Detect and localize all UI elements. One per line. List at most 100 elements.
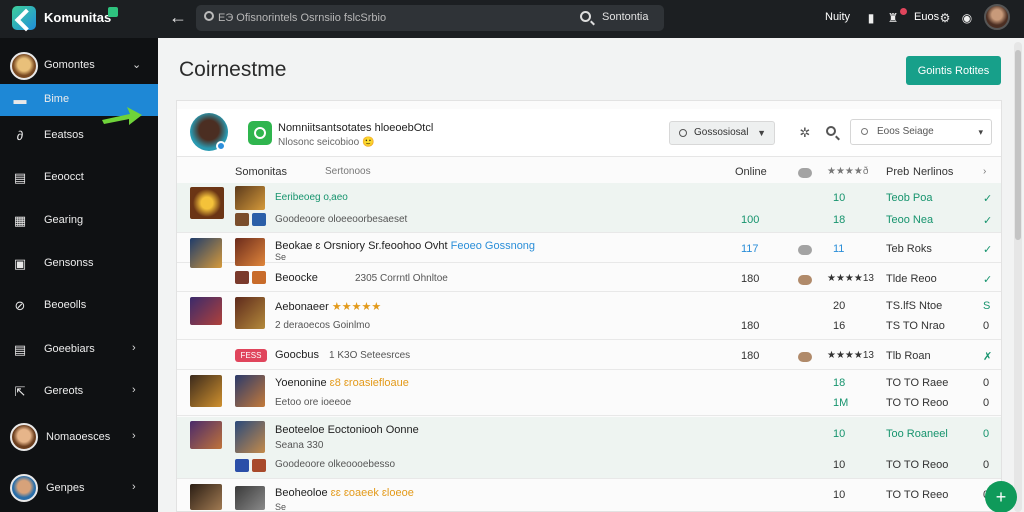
check-icon: S bbox=[983, 300, 991, 312]
row-title-link[interactable]: Feoeo Gossnong bbox=[451, 240, 535, 252]
row-count-2: 1M bbox=[833, 397, 849, 409]
row-status-2: TO TO Reoo bbox=[886, 397, 949, 409]
row-title: Goocbus bbox=[275, 349, 320, 361]
row-status-2: TS TO Nrao bbox=[886, 320, 945, 332]
community-thumbnail bbox=[190, 187, 224, 219]
check-icon: ✓ bbox=[983, 274, 993, 286]
table-row[interactable]: Beoheoloe ɛɛ ɛoaeek ɛloeoe Se 10 TO TO R… bbox=[177, 480, 1001, 512]
sort-select[interactable]: Eoos Seiage ▾ bbox=[850, 119, 992, 145]
search-input[interactable] bbox=[218, 9, 578, 27]
column-header-online[interactable]: Online bbox=[735, 166, 767, 178]
column-header-rating: ★★★★ð bbox=[827, 166, 869, 177]
row-online-count: 180 bbox=[741, 273, 760, 285]
sidebar-item-goeebiars[interactable]: ▤ Goeebiars › bbox=[0, 334, 158, 366]
sidebar-item-gomontes[interactable]: Gomontes ⌄ bbox=[0, 48, 158, 84]
bookmark-icon[interactable]: ▮ bbox=[864, 10, 878, 26]
table-row[interactable]: Yoenonine ɛ8 ɛroasiefloaue Eetoo ore ioe… bbox=[177, 371, 1001, 416]
cloud-icon bbox=[798, 352, 812, 362]
chevron-right-icon: › bbox=[132, 430, 136, 442]
table-row[interactable]: Beokae ɛ Orsniory Sr.feoohoo Ovht Feoeo … bbox=[177, 234, 1001, 268]
folder-icon: ▬ bbox=[13, 92, 27, 107]
app-logo-icon[interactable] bbox=[12, 6, 36, 30]
primary-action-button[interactable]: Gointis Rotites bbox=[906, 56, 1001, 85]
status-value: 0 bbox=[983, 428, 990, 440]
table-row[interactable]: Eeribeoeg o‚aeo Goodeoore oloeeoorbesaes… bbox=[177, 183, 1001, 233]
table-row[interactable]: FESS Goocbus 1 K3O Seteesrces 180 ★★★★13… bbox=[177, 341, 1001, 370]
list-icon: ▤ bbox=[13, 342, 27, 357]
row-subtitle: Eetoo ore ioeeoe bbox=[275, 397, 352, 408]
table-row[interactable]: Beoteeloe Eoctoniooh Oonne Seana 330 Goo… bbox=[177, 417, 1001, 479]
sidebar-item-label: Eeatsos bbox=[44, 129, 84, 141]
top-right-label[interactable]: Nuity bbox=[825, 11, 850, 23]
notification-icon[interactable]: ♜ bbox=[886, 10, 900, 26]
settings-icon[interactable]: ⚙ bbox=[938, 10, 952, 26]
category-select[interactable]: Gossosiosal ▼ bbox=[669, 121, 775, 145]
row-subtitle-2: Goodeoore olkeoooebesso bbox=[275, 459, 396, 470]
row-count: 10 bbox=[833, 428, 846, 440]
avatar bbox=[10, 474, 38, 502]
row-title: Eeribeoeg o‚aeo bbox=[275, 192, 348, 203]
back-arrow-icon[interactable]: ← bbox=[168, 6, 188, 28]
column-header-name[interactable]: Somonitas bbox=[235, 166, 287, 178]
row-status: Too Roaneel bbox=[886, 428, 948, 440]
app-badge-icon bbox=[108, 7, 118, 17]
cloud-icon bbox=[798, 168, 812, 178]
member-icons bbox=[235, 459, 269, 473]
sidebar-item-label: Gearing bbox=[44, 214, 84, 226]
chevron-right-icon: › bbox=[983, 166, 987, 177]
column-header-notes[interactable]: Nerlinos bbox=[913, 166, 953, 178]
row-online-count: 180 bbox=[741, 350, 760, 362]
sidebar-item-label: Bime bbox=[44, 93, 70, 105]
sidebar-item-label: Genpes bbox=[46, 482, 85, 494]
user-avatar[interactable] bbox=[984, 4, 1010, 30]
table-row[interactable]: Aebonaeer ★★★★★ 2 deraoecos Goinlmo 180 … bbox=[177, 293, 1001, 340]
row-count-2: 18 bbox=[833, 214, 846, 226]
scrollbar[interactable] bbox=[1014, 42, 1022, 512]
filter-subtitle-text: Nlosonc seicobioo bbox=[278, 137, 360, 148]
search-icon[interactable] bbox=[580, 11, 591, 22]
column-header-prob[interactable]: Preb bbox=[886, 166, 909, 178]
row-title: Beoheoloe ɛɛ ɛoaeek ɛloeoe bbox=[275, 487, 414, 499]
row-title: Beoocke bbox=[275, 272, 318, 284]
sidebar-item-gereots[interactable]: ⇱ Gereots › bbox=[0, 376, 158, 408]
row-title-text: Yoenonine bbox=[275, 377, 327, 389]
group-avatar[interactable] bbox=[190, 113, 228, 151]
chevron-right-icon: › bbox=[132, 342, 136, 354]
table-row[interactable]: Beoocke 2305 Corrntl Ohnltoe 180 ★★★★13 … bbox=[177, 264, 1001, 292]
row-online-count: 100 bbox=[741, 214, 760, 226]
row-status: Tlb Roan bbox=[886, 350, 931, 362]
sidebar-item-beoeolls[interactable]: ⊘ Beoeolls bbox=[0, 290, 158, 322]
chevron-down-icon: ▼ bbox=[757, 128, 766, 138]
sidebar-item-label: Beoeolls bbox=[44, 299, 87, 311]
row-subtitle: 2305 Corrntl Ohnltoe bbox=[355, 273, 448, 284]
sidebar-item-eeoocct[interactable]: ▤ Eeoocct bbox=[0, 162, 158, 194]
search-icon[interactable] bbox=[825, 125, 841, 141]
member-thumbnail bbox=[235, 375, 265, 407]
row-status-2: TO TO Reoo bbox=[886, 459, 949, 471]
row-subtitle: 2 deraoecos Goinlmo bbox=[275, 320, 371, 331]
gear-icon[interactable]: ✲ bbox=[797, 125, 813, 141]
sidebar-item-gearing[interactable]: ▦ Gearing bbox=[0, 205, 158, 237]
community-panel: Nomniitsantsotates hloeoebOtcl Nlosonc s… bbox=[176, 100, 1002, 512]
status-value: 0 bbox=[983, 397, 990, 409]
page-title: Coirnestme bbox=[179, 58, 287, 81]
search-bar[interactable]: Sontontia bbox=[196, 5, 664, 31]
sidebar-item-genpes[interactable]: Genpes › bbox=[0, 470, 158, 506]
row-count-2: 10 bbox=[833, 459, 846, 471]
row-status: TO TO Raee bbox=[886, 377, 949, 389]
plus-icon[interactable]: + bbox=[985, 481, 1017, 512]
chevron-down-icon: ▾ bbox=[978, 127, 983, 137]
smiley-icon: 🙂 bbox=[361, 137, 375, 148]
sidebar-item-nomaoesces[interactable]: Nomaoesces › bbox=[0, 418, 158, 456]
pointer-arrow-icon bbox=[102, 107, 142, 125]
top-right-label-2[interactable]: Euos bbox=[914, 11, 939, 23]
row-subtitle: Se bbox=[275, 502, 287, 512]
sidebar-item-label: Gomontes bbox=[44, 59, 95, 71]
calendar-icon: ▣ bbox=[13, 256, 27, 271]
row-title: Yoenonine ɛ8 ɛroasiefloaue bbox=[275, 377, 409, 389]
scrollbar-thumb[interactable] bbox=[1015, 50, 1021, 240]
cloud-icon bbox=[798, 275, 812, 285]
help-icon[interactable]: ◉ bbox=[960, 10, 974, 26]
row-title-accent: ɛɛ ɛoaeek ɛloeoe bbox=[330, 487, 414, 499]
sidebar-item-gensonss[interactable]: ▣ Gensonss bbox=[0, 248, 158, 280]
